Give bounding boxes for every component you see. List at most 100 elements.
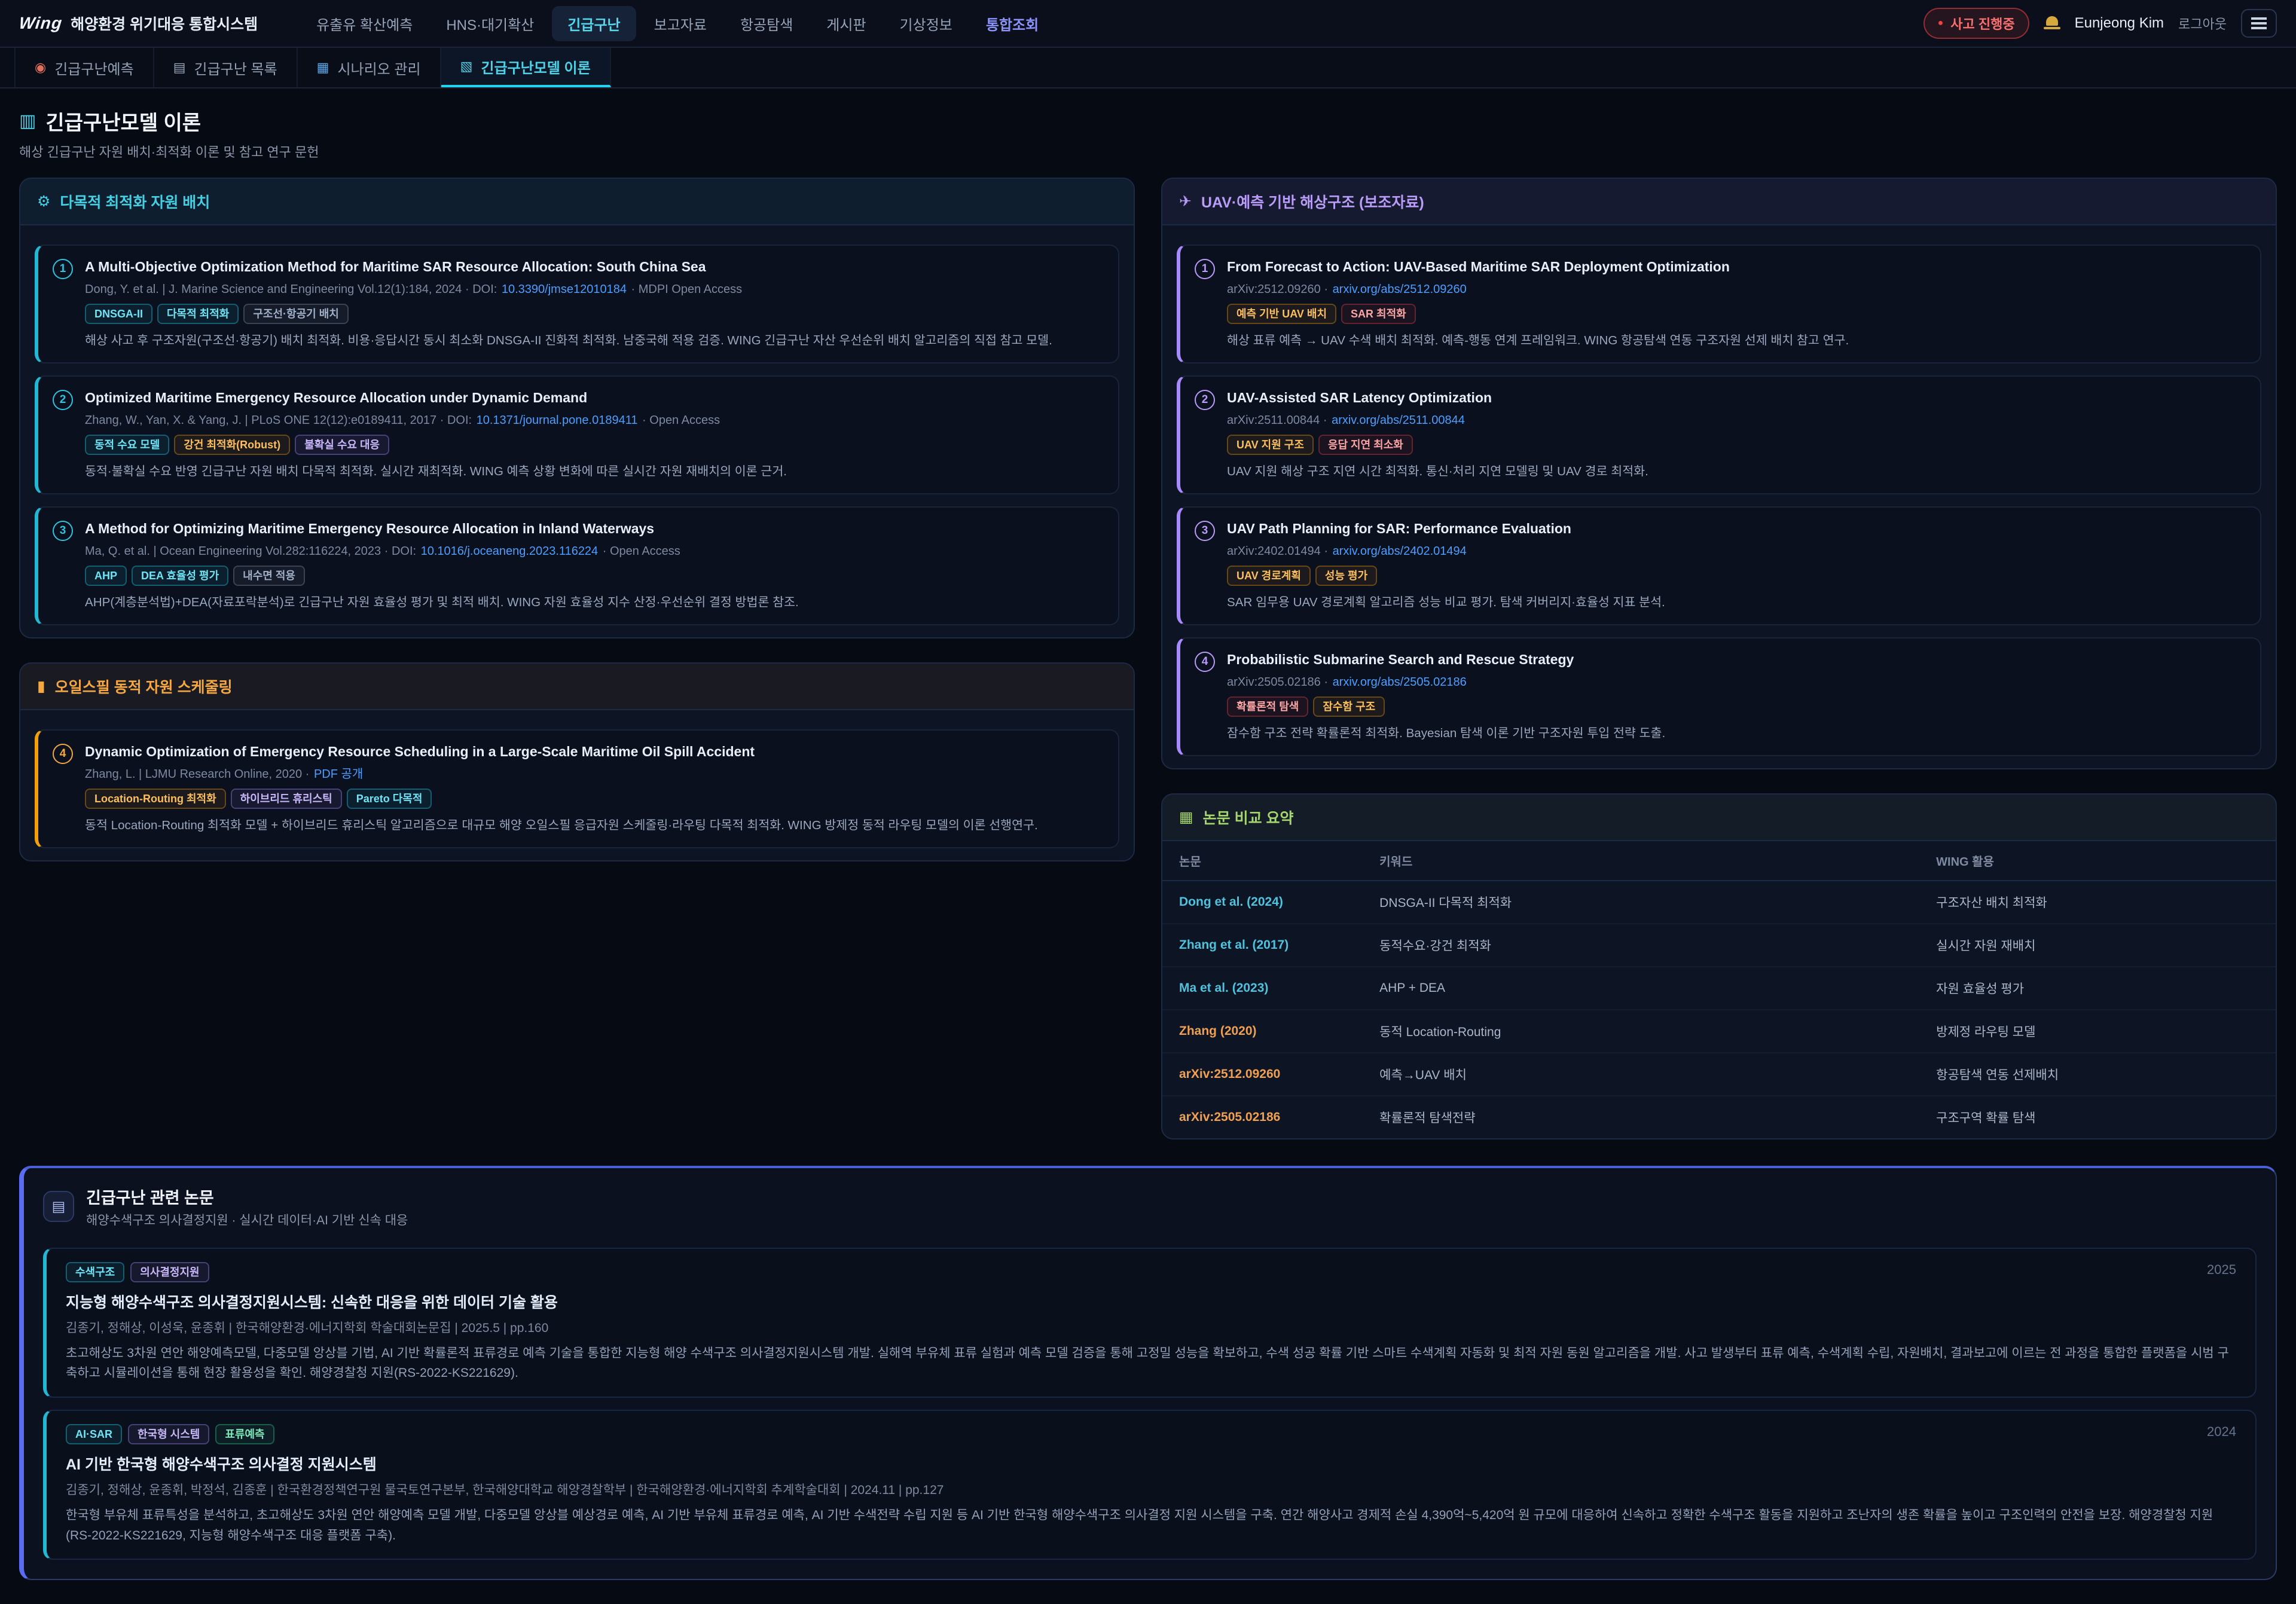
- tab-rescue-model-theory[interactable]: ▧ 긴급구난모델 이론: [441, 48, 611, 87]
- paper-number: 4: [1195, 652, 1215, 672]
- paper-year: 2025: [2207, 1262, 2236, 1278]
- paper-meta: arXiv:2402.01494 · arxiv.org/abs/2402.01…: [1227, 543, 2246, 560]
- logout-button[interactable]: 로그아웃: [2178, 14, 2227, 33]
- paper-ref-link[interactable]: Ma et al. (2023): [1162, 967, 1363, 1010]
- status-dot-icon: ●: [1938, 18, 1944, 29]
- column-header-keywords: 키워드: [1363, 841, 1919, 881]
- paper-number: 1: [53, 259, 73, 279]
- paper-title: From Forecast to Action: UAV-Based Marit…: [1227, 258, 2246, 276]
- nav-item-oil-spill-forecast[interactable]: 유출유 확산예측: [301, 6, 428, 41]
- right-column: ✈ UAV·예측 기반 해상구조 (보조자료) 1 From Forecast …: [1161, 178, 2277, 1163]
- notification-bell-icon[interactable]: [2044, 15, 2060, 32]
- rescue-forecast-icon: ◉: [35, 60, 46, 75]
- related-subtitle: 해양수색구조 의사결정지원 · 실시간 데이터·AI 기반 신속 대응: [86, 1211, 408, 1229]
- keywords-cell: 예측→UAV 배치: [1363, 1053, 1919, 1096]
- meta-text: · MDPI Open Access: [628, 283, 742, 296]
- paper-description: AHP(계층분석법)+DEA(자료포락분석)로 긴급구난 자원 효율성 평가 및…: [85, 593, 1104, 612]
- paper-tag: UAV 지원 구조: [1227, 435, 1314, 455]
- paper-tags: 예측 기반 UAV 배치 SAR 최적화: [1227, 304, 2246, 324]
- paper-title: A Multi-Objective Optimization Method fo…: [85, 258, 1104, 276]
- paper-title: UAV Path Planning for SAR: Performance E…: [1227, 520, 2246, 538]
- tab-label: 긴급구난예측: [54, 57, 133, 78]
- arxiv-link[interactable]: arxiv.org/abs/2512.09260: [1333, 283, 1467, 296]
- related-card-top: AI·SAR 한국형 시스템 표류예측 2024: [66, 1424, 2236, 1444]
- panel-header: ▮ 오일스필 동적 자원 스케줄링: [20, 664, 1134, 710]
- tab-rescue-forecast[interactable]: ◉ 긴급구난예측: [14, 48, 154, 87]
- sub-tab-bar: ◉ 긴급구난예측 ▤ 긴급구난 목록 ▦ 시나리오 관리 ▧ 긴급구난모델 이론: [0, 48, 2296, 88]
- arxiv-link[interactable]: arxiv.org/abs/2511.00844: [1332, 414, 1465, 427]
- wing-usage-cell: 자원 효율성 평가: [1919, 967, 2276, 1010]
- paper-tags: 동적 수요 모델 강건 최적화(Robust) 불확실 수요 대응: [85, 435, 1104, 455]
- doi-link[interactable]: 10.3390/jmse12010184: [502, 283, 627, 296]
- paper-tag: 불확실 수요 대응: [295, 435, 389, 455]
- aircraft-icon: ✈: [1179, 193, 1192, 210]
- paper-meta: arXiv:2505.02186 · arxiv.org/abs/2505.02…: [1227, 674, 2246, 691]
- tab-label: 긴급구난모델 이론: [481, 56, 590, 77]
- doi-link[interactable]: 10.1371/journal.pone.0189411: [477, 414, 638, 427]
- paper-meta: Ma, Q. et al. | Ocean Engineering Vol.28…: [85, 543, 1104, 560]
- paper-ref-link[interactable]: Dong et al. (2024): [1162, 881, 1363, 924]
- nav-item-integrated-search[interactable]: 통합조회: [970, 6, 1054, 41]
- panel-multiobjective-allocation: ⚙ 다목적 최적화 자원 배치 1 A Multi-Objective Opti…: [19, 178, 1135, 638]
- paper-number: 2: [1195, 390, 1215, 410]
- paper-number: 3: [53, 521, 73, 541]
- pdf-link[interactable]: PDF 공개: [314, 768, 363, 781]
- paper-tags: UAV 경로계획 성능 평가: [1227, 566, 2246, 586]
- left-column: ⚙ 다목적 최적화 자원 배치 1 A Multi-Objective Opti…: [19, 178, 1135, 885]
- arxiv-link[interactable]: arxiv.org/abs/2402.01494: [1333, 545, 1467, 558]
- paper-tag: 의사결정지원: [130, 1262, 209, 1282]
- wing-usage-cell: 구조구역 확률 탐색: [1919, 1096, 2276, 1138]
- paper-ref-link[interactable]: Zhang (2020): [1162, 1010, 1363, 1053]
- panel-paper-comparison: ▦ 논문 비교 요약 논문 키워드 WING 활용 Dong et al. (2…: [1161, 793, 2277, 1139]
- content-grid: ⚙ 다목적 최적화 자원 배치 1 A Multi-Objective Opti…: [0, 173, 2296, 1163]
- keywords-cell: 동적 Location-Routing: [1363, 1010, 1919, 1053]
- tab-scenario-management[interactable]: ▦ 시나리오 관리: [298, 48, 441, 87]
- wing-usage-cell: 실시간 자원 재배치: [1919, 924, 2276, 967]
- paper-card: 4 Probabilistic Submarine Search and Res…: [1177, 637, 2261, 756]
- top-navigation-bar: Wing 해양환경 위기대응 통합시스템 유출유 확산예측 HNS·대기확산 긴…: [0, 0, 2296, 48]
- paper-description: 해상 표류 예측 → UAV 수색 배치 최적화. 예측-행동 연계 프레임워크…: [1227, 331, 2246, 350]
- page-subtitle: 해상 긴급구난 자원 배치·최적화 이론 및 참고 연구 문헌: [19, 142, 2277, 161]
- related-card-top: 수색구조 의사결정지원 2025: [66, 1262, 2236, 1282]
- nav-item-weather[interactable]: 기상정보: [884, 6, 968, 41]
- paper-authors: 김종기, 정해상, 이성욱, 윤종휘 | 한국해양환경·에너지학회 학술대회논문…: [66, 1318, 2236, 1336]
- paper-tag: 한국형 시스템: [128, 1424, 209, 1444]
- nav-item-aerial-search[interactable]: 항공탐색: [725, 6, 808, 41]
- wing-usage-cell: 방제정 라우팅 모델: [1919, 1010, 2276, 1053]
- hamburger-menu-button[interactable]: [2241, 9, 2277, 38]
- paper-ref-link[interactable]: arXiv:2512.09260: [1162, 1053, 1363, 1096]
- nav-right-cluster: ● 사고 진행중 Eunjeong Kim 로그아웃: [1923, 8, 2277, 39]
- nav-item-hns-dispersion[interactable]: HNS·대기확산: [430, 6, 549, 41]
- panel-header: ▦ 논문 비교 요약: [1162, 795, 2276, 841]
- panel-title: 다목적 최적화 자원 배치: [60, 191, 210, 212]
- paper-tag: SAR 최적화: [1341, 304, 1416, 324]
- nav-item-board[interactable]: 게시판: [811, 6, 881, 41]
- paper-title: Dynamic Optimization of Emergency Resour…: [85, 743, 1104, 761]
- brand-logo: Wing: [18, 14, 63, 33]
- tab-label: 긴급구난 목록: [194, 57, 277, 78]
- paper-title: AI 기반 한국형 해양수색구조 의사결정 지원시스템: [66, 1453, 2236, 1474]
- paper-tag: Pareto 다목적: [347, 789, 432, 809]
- paper-title: Probabilistic Submarine Search and Rescu…: [1227, 650, 2246, 669]
- paper-tag: 동적 수요 모델: [85, 435, 169, 455]
- paper-title: 지능형 해양수색구조 의사결정지원시스템: 신속한 대응을 위한 데이터 기술 …: [66, 1291, 2236, 1312]
- paper-tag: 구조선·항공기 배치: [243, 304, 348, 324]
- doi-link[interactable]: 10.1016/j.oceaneng.2023.116224: [421, 545, 599, 558]
- nav-item-reports[interactable]: 보고자료: [639, 6, 722, 41]
- app-title: 해양환경 위기대응 통합시스템: [71, 13, 258, 34]
- nav-item-emergency-rescue[interactable]: 긴급구난: [552, 6, 636, 41]
- wing-usage-cell: 항공탐색 연동 선제배치: [1919, 1053, 2276, 1096]
- paper-tag: 응답 지연 최소화: [1318, 435, 1413, 455]
- keywords-cell: 동적수요·강건 최적화: [1363, 924, 1919, 967]
- panel-header: ✈ UAV·예측 기반 해상구조 (보조자료): [1162, 179, 2276, 225]
- paper-description: 동적·불확실 수요 반영 긴급구난 자원 배치 다목적 최적화. 실시간 재최적…: [85, 462, 1104, 481]
- arxiv-link[interactable]: arxiv.org/abs/2505.02186: [1333, 676, 1467, 689]
- paper-ref-link[interactable]: arXiv:2505.02186: [1162, 1096, 1363, 1138]
- paper-tag: Location-Routing 최적화: [85, 789, 226, 809]
- paper-ref-link[interactable]: Zhang et al. (2017): [1162, 924, 1363, 967]
- paper-tag: 내수면 적용: [233, 566, 305, 586]
- incident-status-badge: ● 사고 진행중: [1923, 8, 2029, 39]
- table-row: Ma et al. (2023) AHP + DEA 자원 효율성 평가: [1162, 967, 2276, 1010]
- tab-rescue-list[interactable]: ▤ 긴급구난 목록: [154, 48, 298, 87]
- paper-tag: 표류예측: [215, 1424, 274, 1444]
